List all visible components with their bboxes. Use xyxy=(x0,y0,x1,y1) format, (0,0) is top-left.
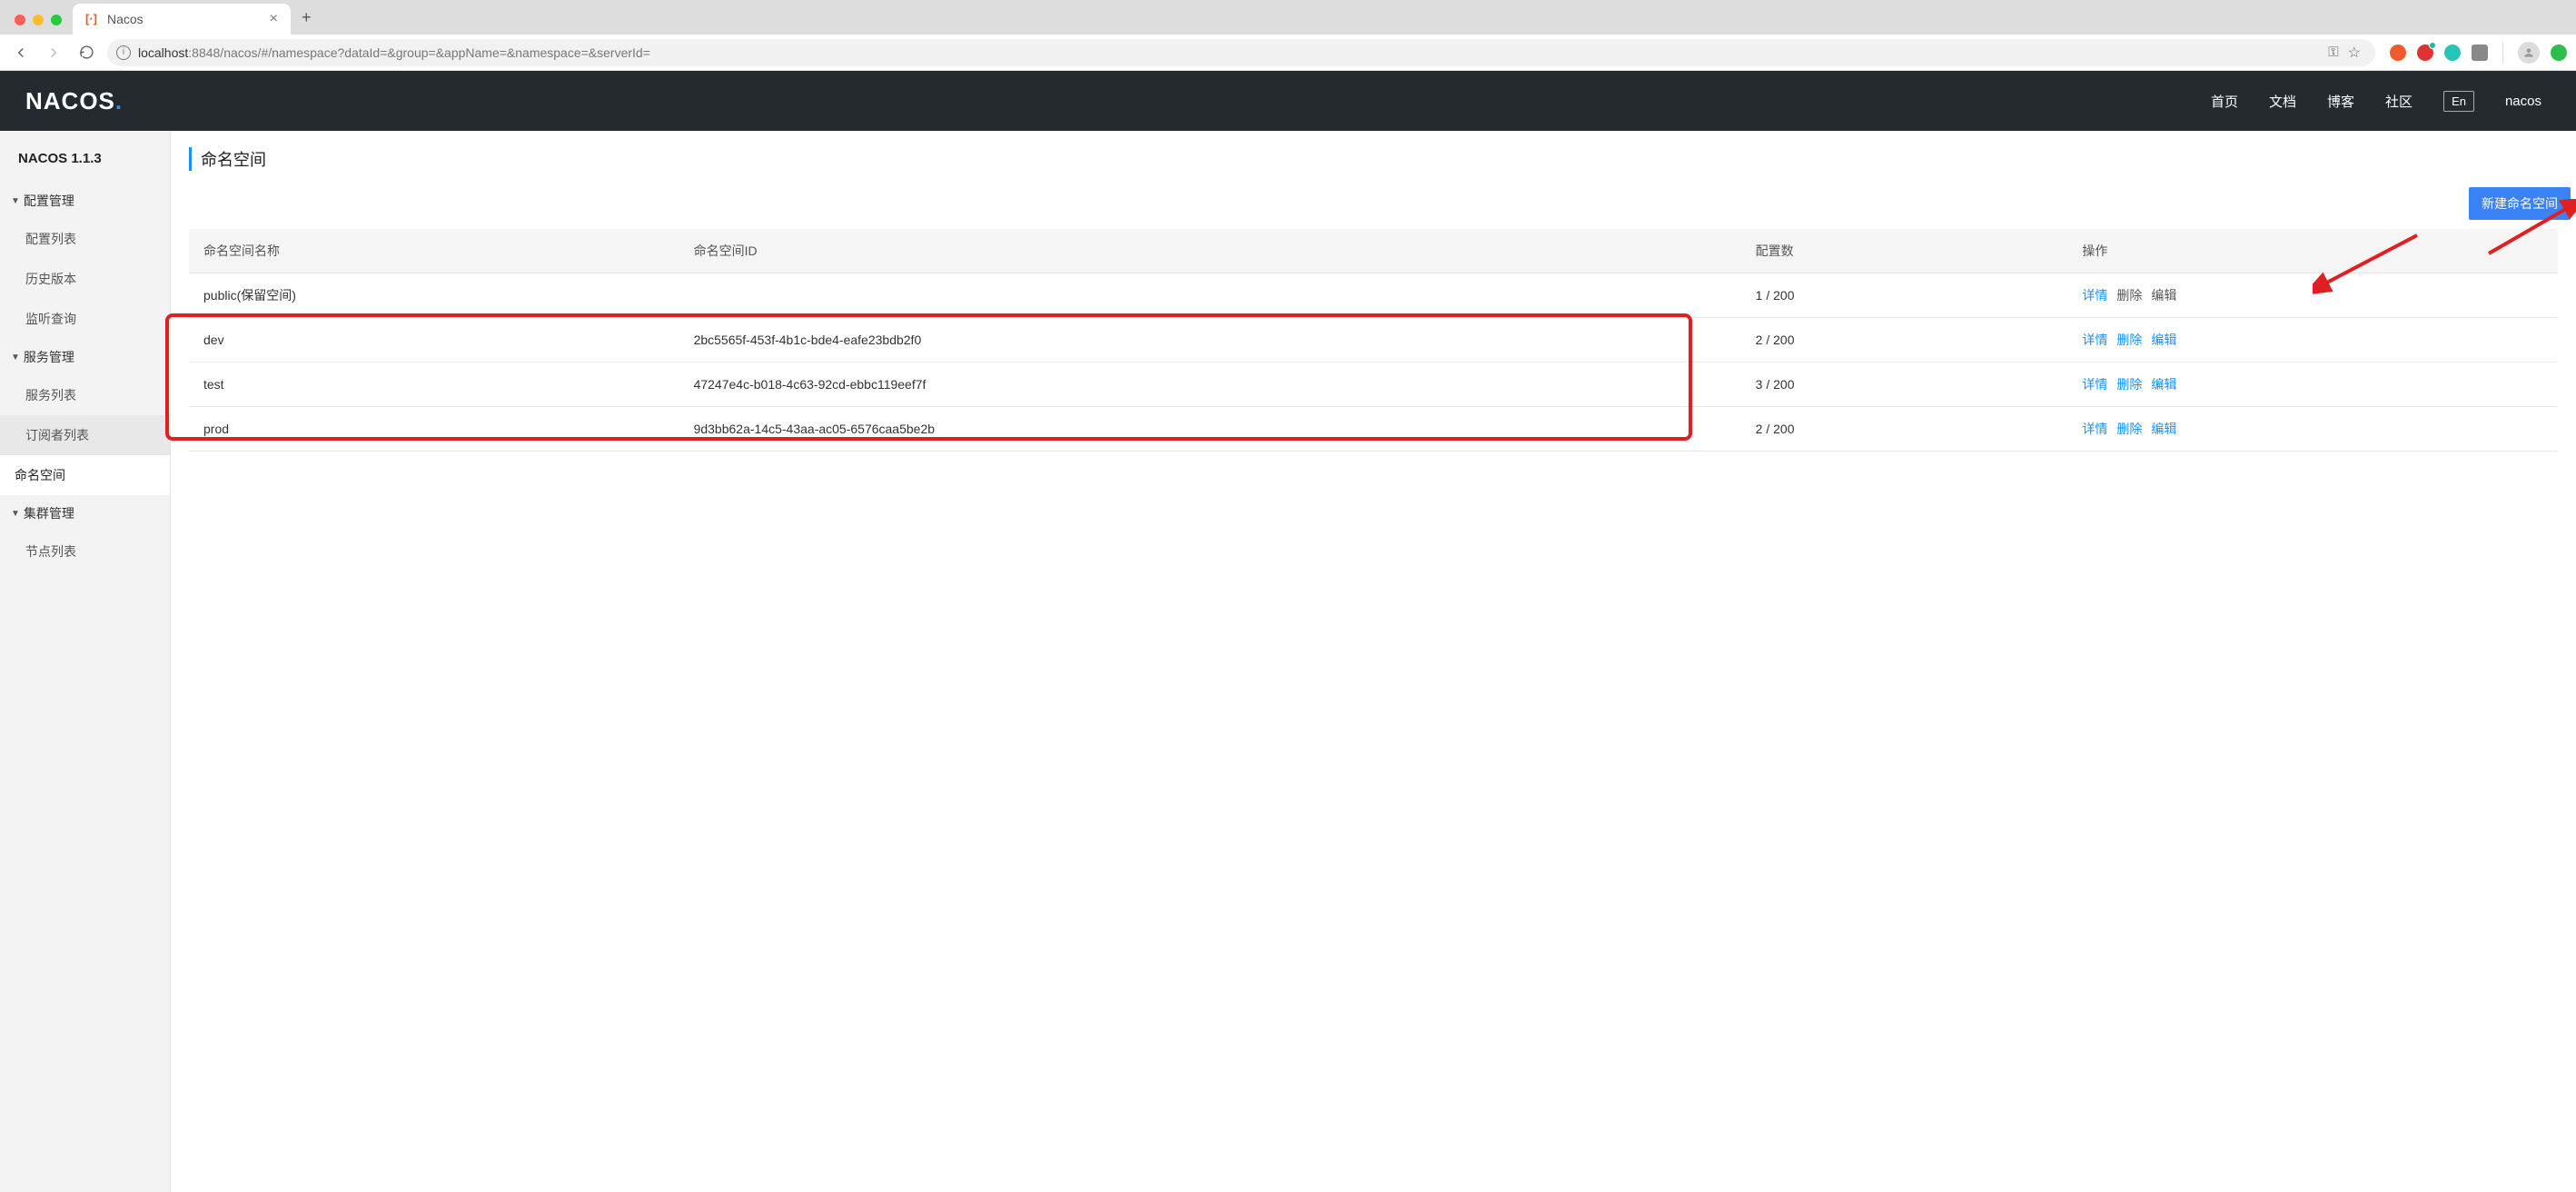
menu-group-service: ▼ 服务管理 服务列表 订阅者列表 xyxy=(0,339,170,455)
back-button[interactable] xyxy=(9,41,33,65)
sidebar-version: NACOS 1.1.3 xyxy=(0,131,170,183)
cell-id: 47247e4c-b018-4c63-92cd-ebbc119eef7f xyxy=(679,363,1741,407)
url-bar[interactable]: i localhost:8848/nacos/#/namespace?dataI… xyxy=(107,39,2375,66)
cell-count: 3 / 200 xyxy=(1741,363,2068,407)
cell-ops: 详情删除编辑 xyxy=(2067,273,2558,318)
extension-icon-4[interactable] xyxy=(2472,45,2488,61)
caret-down-icon: ▼ xyxy=(11,353,20,363)
cell-count: 2 / 200 xyxy=(1741,407,2068,452)
new-tab-button[interactable]: + xyxy=(291,3,322,33)
menu-group-cluster-title[interactable]: ▼ 集群管理 xyxy=(0,495,170,531)
menu-group-config-title[interactable]: ▼ 配置管理 xyxy=(0,183,170,219)
site-info-icon[interactable]: i xyxy=(116,45,131,60)
nav-docs[interactable]: 文档 xyxy=(2269,92,2296,111)
browser-chrome: [·] Nacos × + i localhost:8848/nacos/#/n… xyxy=(0,0,2576,71)
cell-id xyxy=(679,273,1741,318)
cell-ops: 详情删除编辑 xyxy=(2067,407,2558,452)
window-close-icon[interactable] xyxy=(15,15,25,25)
link-delete[interactable]: 删除 xyxy=(2116,286,2142,304)
language-toggle[interactable]: En xyxy=(2443,91,2474,112)
link-delete[interactable]: 删除 xyxy=(2116,331,2142,349)
cell-count: 2 / 200 xyxy=(1741,318,2068,363)
extension-icon-1[interactable] xyxy=(2390,45,2406,61)
link-edit[interactable]: 编辑 xyxy=(2151,286,2176,304)
table-row: test47247e4c-b018-4c63-92cd-ebbc119eef7f… xyxy=(189,363,2558,407)
sidebar-item-subscribers[interactable]: 订阅者列表 xyxy=(0,415,170,455)
link-delete[interactable]: 删除 xyxy=(2116,375,2142,393)
link-detail[interactable]: 详情 xyxy=(2082,331,2107,349)
th-id: 命名空间ID xyxy=(679,229,1741,273)
browser-toolbar: i localhost:8848/nacos/#/namespace?dataI… xyxy=(0,35,2576,71)
page-title: 命名空间 xyxy=(189,147,2558,171)
cell-ops: 详情删除编辑 xyxy=(2067,363,2558,407)
url-text: localhost:8848/nacos/#/namespace?dataId=… xyxy=(138,45,650,60)
tab-title: Nacos xyxy=(107,12,263,26)
cell-ops: 详情删除编辑 xyxy=(2067,318,2558,363)
extension-icon-2[interactable] xyxy=(2417,45,2433,61)
th-count: 配置数 xyxy=(1741,229,2068,273)
sidebar-item-history[interactable]: 历史版本 xyxy=(0,259,170,299)
link-detail[interactable]: 详情 xyxy=(2082,375,2107,393)
user-name[interactable]: nacos xyxy=(2505,94,2541,109)
table-row: public(保留空间)1 / 200详情删除编辑 xyxy=(189,273,2558,318)
sidebar-item-config-list[interactable]: 配置列表 xyxy=(0,219,170,259)
menu-group-cluster: ▼ 集群管理 节点列表 xyxy=(0,495,170,571)
create-namespace-button[interactable]: 新建命名空间 xyxy=(2469,187,2571,220)
caret-down-icon: ▼ xyxy=(11,196,20,206)
key-icon[interactable]: ⚿ xyxy=(2328,45,2338,60)
app-layout: NACOS 1.1.3 ▼ 配置管理 配置列表 历史版本 监听查询 ▼ 服务管理… xyxy=(0,131,2576,1192)
sidebar-item-node-list[interactable]: 节点列表 xyxy=(0,531,170,571)
profile-avatar[interactable] xyxy=(2518,42,2540,64)
caret-down-icon: ▼ xyxy=(11,509,20,519)
cell-name: public(保留空间) xyxy=(189,273,679,318)
cell-count: 1 / 200 xyxy=(1741,273,2068,318)
extension-icons xyxy=(2390,42,2567,64)
cell-name: test xyxy=(189,363,679,407)
sidebar-item-service-list[interactable]: 服务列表 xyxy=(0,375,170,415)
link-edit[interactable]: 编辑 xyxy=(2151,420,2176,438)
cell-id: 9d3bb62a-14c5-43aa-ac05-6576caa5be2b xyxy=(679,407,1741,452)
forward-button[interactable] xyxy=(42,41,65,65)
app-header: NACOS. 首页 文档 博客 社区 En nacos xyxy=(0,71,2576,131)
sidebar-item-namespace[interactable]: 命名空间 xyxy=(0,455,170,495)
sidebar-item-listen-query[interactable]: 监听查询 xyxy=(0,299,170,339)
extension-icon-5[interactable] xyxy=(2551,45,2567,61)
namespace-table: 命名空间名称 命名空间ID 配置数 操作 public(保留空间) 1 / 200… xyxy=(189,229,2558,452)
header-nav: 首页 文档 博客 社区 En nacos xyxy=(2211,91,2541,112)
link-detail[interactable]: 详情 xyxy=(2082,420,2107,438)
nacos-logo: NACOS. xyxy=(25,87,123,115)
link-detail[interactable]: 详情 xyxy=(2082,286,2107,304)
th-name: 命名空间名称 xyxy=(189,229,679,273)
table-row: prod9d3bb62a-14c5-43aa-ac05-6576caa5be2b… xyxy=(189,407,2558,452)
browser-tab[interactable]: [·] Nacos × xyxy=(73,4,291,35)
close-tab-icon[interactable]: × xyxy=(270,11,278,27)
link-delete[interactable]: 删除 xyxy=(2116,420,2142,438)
menu-group-config: ▼ 配置管理 配置列表 历史版本 监听查询 xyxy=(0,183,170,339)
menu-group-service-title[interactable]: ▼ 服务管理 xyxy=(0,339,170,375)
separator xyxy=(2502,42,2503,64)
window-maximize-icon[interactable] xyxy=(51,15,62,25)
omnibox-icons: ⚿ ☆ xyxy=(2328,44,2366,62)
window-controls xyxy=(9,15,73,35)
cell-id: 2bc5565f-453f-4b1c-bde4-eafe23bdb2f0 xyxy=(679,318,1741,363)
link-edit[interactable]: 编辑 xyxy=(2151,375,2176,393)
nacos-favicon-icon: [·] xyxy=(85,12,100,26)
reload-button[interactable] xyxy=(74,41,98,65)
nav-blog[interactable]: 博客 xyxy=(2327,92,2354,111)
sidebar: NACOS 1.1.3 ▼ 配置管理 配置列表 历史版本 监听查询 ▼ 服务管理… xyxy=(0,131,171,1192)
cell-name: prod xyxy=(189,407,679,452)
nav-community[interactable]: 社区 xyxy=(2385,92,2413,111)
th-ops: 操作 xyxy=(2067,229,2558,273)
cell-name: dev xyxy=(189,318,679,363)
table-row: dev2bc5565f-453f-4b1c-bde4-eafe23bdb2f02… xyxy=(189,318,2558,363)
star-icon[interactable]: ☆ xyxy=(2348,44,2361,62)
extension-icon-3[interactable] xyxy=(2444,45,2461,61)
main-content: 命名空间 新建命名空间 命名空间名称 命名空间ID 配置数 操作 public(… xyxy=(171,131,2576,1192)
tab-bar: [·] Nacos × + xyxy=(0,0,2576,35)
nav-home[interactable]: 首页 xyxy=(2211,92,2238,111)
link-edit[interactable]: 编辑 xyxy=(2151,331,2176,349)
window-minimize-icon[interactable] xyxy=(33,15,44,25)
